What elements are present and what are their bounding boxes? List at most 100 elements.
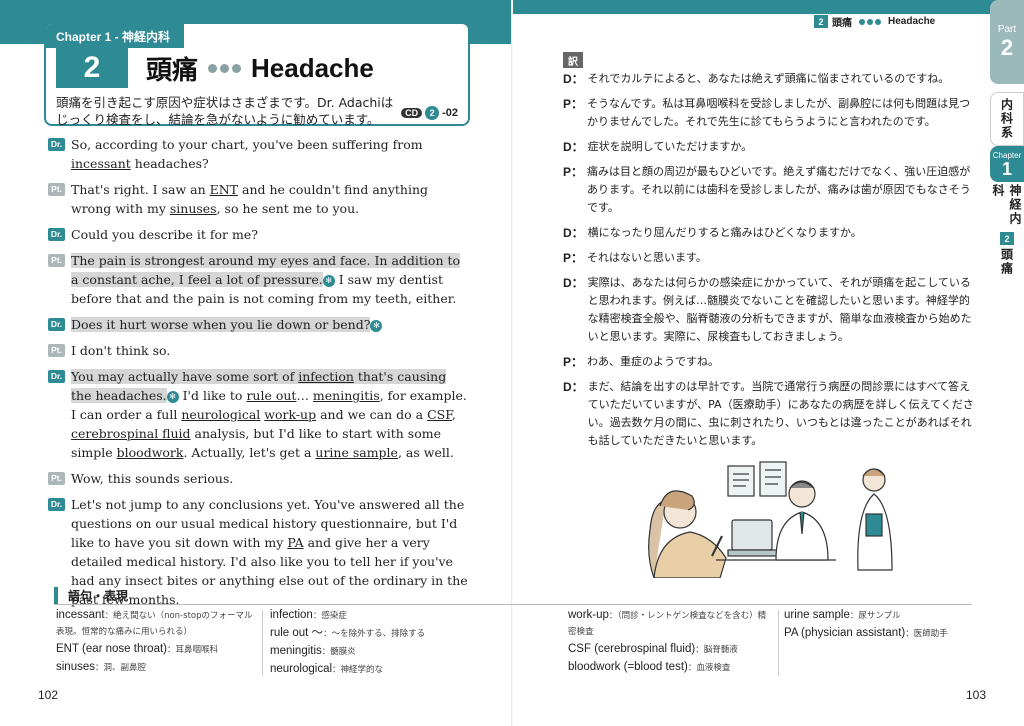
text-segment: I don't think so. xyxy=(71,343,171,358)
running-header-dots xyxy=(859,18,881,25)
glossary-term: PA (physician assistant) xyxy=(784,627,906,639)
translation-line: P： それはないと思います。 xyxy=(563,249,975,267)
translation-speaker: D： xyxy=(563,226,584,240)
cd-track: CD 2 -02 xyxy=(401,106,458,120)
section-number: 2 xyxy=(56,48,128,88)
title-en: Headache xyxy=(251,52,374,83)
topic-tab-number: 2 xyxy=(1000,232,1014,245)
translation-line: P： 痛みは目と顔の周辺が最もひどいです。絶えず痛むだけでなく、強い圧迫感がありま… xyxy=(563,163,975,217)
cd-track-number: -02 xyxy=(442,107,458,119)
glossary-definition: ：脳脊髄液 xyxy=(695,645,738,655)
part-tab[interactable]: Part 2 xyxy=(990,0,1024,84)
translation-text: 実際は、あなたは何らかの感染症にかかっていて、それが頭痛を起こしていると思われま… xyxy=(587,276,972,343)
glossary-definition: ：感染症 xyxy=(312,611,347,621)
translation-line: D： 実際は、あなたは何らかの感染症にかかっていて、それが頭痛を起こしていると思わ… xyxy=(563,274,975,346)
sound-icon[interactable]: ✻ xyxy=(370,319,383,332)
text-segment: , as well. xyxy=(397,445,454,460)
speaker-tag-pt: Pt. xyxy=(48,472,65,485)
dialogue-line: Pt. Wow, this sounds serious. xyxy=(48,469,468,488)
translation-text: それはないと思います。 xyxy=(587,251,707,264)
vocab-term: meningitis xyxy=(312,388,380,403)
glossary-item: rule out ～：～を除外する、排除する xyxy=(270,626,506,642)
glossary-term: sinuses xyxy=(56,661,95,673)
dialogue-line: Pt. That's right. I saw an ENT and he cou… xyxy=(48,180,468,218)
text-segment: Wow, this sounds serious. xyxy=(71,471,234,486)
translation-text: 痛みは目と顔の周辺が最もひどいです。絶えず痛むだけでなく、強い圧迫感があります。… xyxy=(587,165,971,214)
translation-line: D： それでカルテによると、あなたは絶えず頭痛に悩まされているのですね。 xyxy=(563,70,975,88)
glossary-term: CSF (cerebrospinal fluid) xyxy=(568,643,696,655)
vocab-term: PA xyxy=(287,535,304,550)
title-ja: 頭痛 xyxy=(146,55,199,86)
dialogue-text: Wow, this sounds serious. xyxy=(71,469,233,488)
topic-tab-label: 頭痛 xyxy=(999,248,1014,276)
glossary-item: incessant：絶え間ない（non-stopのフォーマル表現。恒常的な痛みに… xyxy=(56,608,258,640)
translation-label: 訳 xyxy=(563,52,583,68)
part-tab-number: 2 xyxy=(1000,34,1014,60)
text-segment: Could you describe it for me? xyxy=(71,227,258,242)
translation-text: わあ、重症のようですね。 xyxy=(587,355,720,368)
dialogue-text: Does it hurt worse when you lie down or … xyxy=(71,315,383,334)
running-header-title-en: Headache xyxy=(888,16,936,27)
glossary-item: work-up：（問診・レントゲン検査などを含む）精密検査 xyxy=(568,608,774,640)
key-phrase: You may actually have some sort of xyxy=(71,369,299,384)
glossary-term: incessant xyxy=(56,609,105,621)
text-segment: So, according to your chart, you've been… xyxy=(71,137,423,152)
glossary-term: meningitis xyxy=(270,645,322,657)
glossary-definition: ：髄膜炎 xyxy=(321,647,356,657)
translation-speaker: P： xyxy=(563,165,584,179)
glossary-column: urine sample：尿サンプル PA (physician assistan… xyxy=(784,608,980,644)
translation-line: D： まだ、結論を出すのは早計です。当院で通常行う病歴の問診票にはすべて答えていた… xyxy=(563,378,975,450)
text-segment: , so he sent me to you. xyxy=(216,201,360,216)
part-tab-label: Part xyxy=(997,23,1017,35)
glossary-item: infection：感染症 xyxy=(270,608,506,624)
translation-speaker: D： xyxy=(563,72,584,86)
dialogue: Dr. So, according to your chart, you've b… xyxy=(48,135,468,616)
vocab-term: bloodwork xyxy=(116,445,184,460)
dialogue-text: You may actually have some sort of infec… xyxy=(71,367,468,462)
dialogue-line: Dr. Does it hurt worse when you lie down … xyxy=(48,315,468,334)
speaker-tag-dr: Dr. xyxy=(48,318,65,331)
speaker-tag-dr: Dr. xyxy=(48,498,65,511)
dialogue-line: Dr. You may actually have some sort of in… xyxy=(48,367,468,462)
chapter-title-tab[interactable]: 神経内科 xyxy=(990,184,1024,230)
glossary-item: sinuses：洞、副鼻腔 xyxy=(56,660,258,676)
dialogue-line: Dr. So, according to your chart, you've b… xyxy=(48,135,468,173)
running-header-number: 2 xyxy=(814,15,828,28)
dialogue-text: Could you describe it for me? xyxy=(71,225,258,244)
glossary-term: urine sample xyxy=(784,609,850,621)
sound-icon[interactable]: ✻ xyxy=(166,390,179,403)
dialogue-text: I don't think so. xyxy=(71,341,170,360)
vocab-term: incessant xyxy=(71,156,131,171)
section-tab-label: 内科系 xyxy=(999,98,1014,140)
page-number-left: 102 xyxy=(38,688,59,702)
page-number-right: 103 xyxy=(966,688,987,702)
glossary-definition: ：尿サンプル xyxy=(849,611,901,621)
glossary-definition: ：耳鼻咽喉科 xyxy=(167,645,219,655)
topic-tab[interactable]: 2 頭痛 xyxy=(990,232,1024,276)
glossary-divider xyxy=(262,610,263,676)
text-segment: … xyxy=(296,388,313,403)
intro-text: 頭痛を引き起こす原因や症状はさまざまです。Dr. Adachiはじっくり検査をし… xyxy=(56,95,394,127)
glossary-item: meningitis：髄膜炎 xyxy=(270,644,506,660)
cd-label: CD xyxy=(401,108,423,118)
glossary-definition: ：神経学的な xyxy=(332,665,384,675)
doctor-patient-illustration xyxy=(648,461,893,578)
page-title: 頭痛 Headache xyxy=(146,48,374,88)
translation-line: P： わあ、重症のようですね。 xyxy=(563,353,975,371)
translation-text: 横になったり屈んだりすると痛みはひどくなりますか。 xyxy=(587,226,862,239)
text-segment: headaches? xyxy=(130,156,209,171)
chapter-tab-number: 1 xyxy=(1001,158,1012,179)
title-dots xyxy=(208,63,242,73)
chapter-label: Chapter 1 - 神経内科 xyxy=(46,24,185,48)
dialogue-line: Dr. Could you describe it for me? xyxy=(48,225,468,244)
chapter-tab[interactable]: Chapter 1 xyxy=(990,146,1024,182)
glossary-term: bloodwork (=blood test) xyxy=(568,661,688,673)
text-segment: . Actually, let's get a xyxy=(183,445,316,460)
translation-speaker: D： xyxy=(563,380,584,394)
running-header: 2 頭痛 Headache xyxy=(814,14,935,29)
section-tab[interactable]: 内科系 xyxy=(990,92,1024,146)
sound-icon[interactable]: ✻ xyxy=(322,274,335,287)
glossary-item: neurological：神経学的な xyxy=(270,662,506,678)
key-phrase: Does it hurt worse when you lie down or … xyxy=(71,317,371,332)
translation-speaker: P： xyxy=(563,97,584,111)
